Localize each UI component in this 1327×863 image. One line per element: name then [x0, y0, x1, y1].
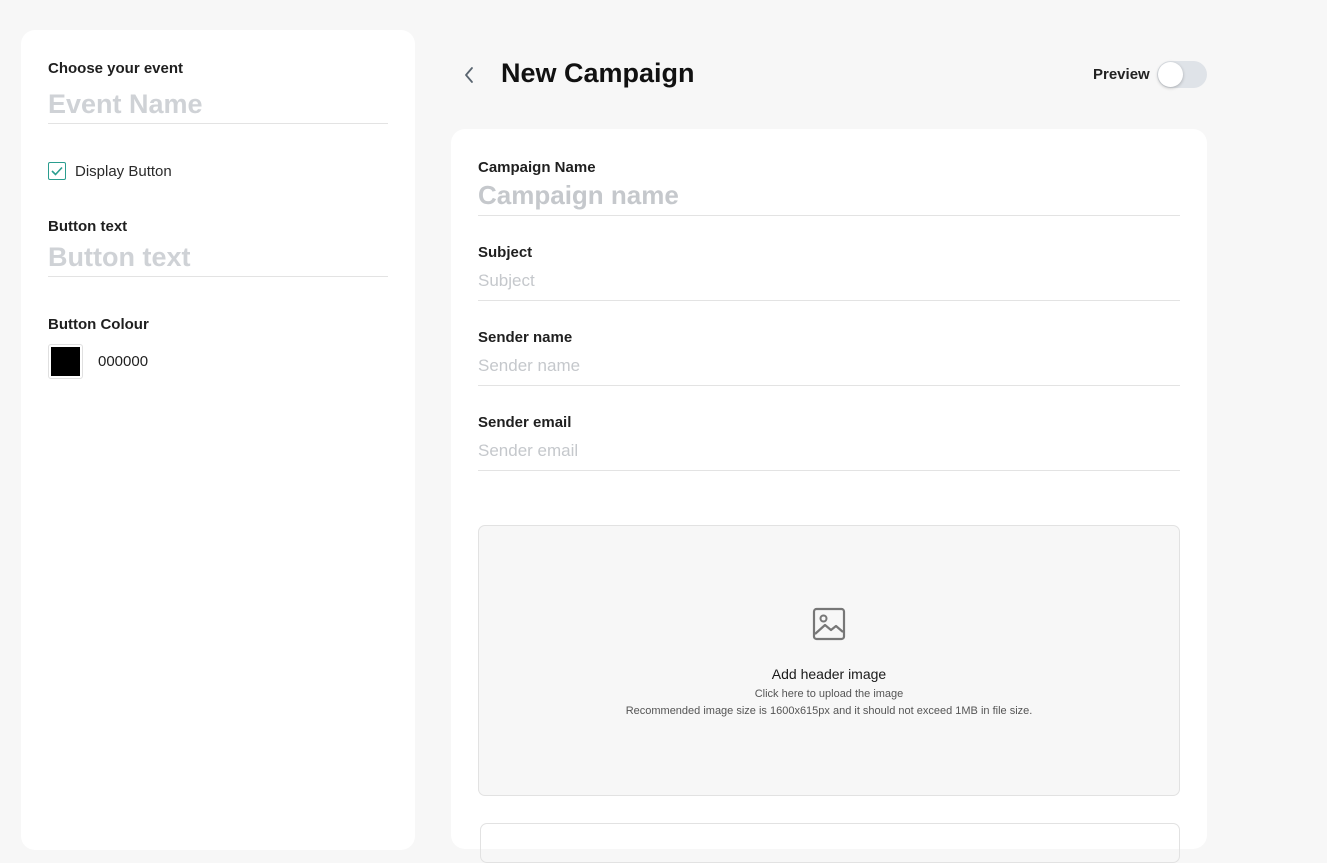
- button-colour-label: Button Colour: [48, 316, 149, 333]
- colour-swatch-fill: [51, 347, 80, 376]
- display-button-checkbox[interactable]: [48, 162, 66, 180]
- display-button-option[interactable]: Display Button: [48, 162, 388, 180]
- header-image-upload[interactable]: Add header image Click here to upload th…: [478, 525, 1180, 796]
- button-colour-picker[interactable]: 000000: [48, 344, 388, 379]
- preview-label: Preview: [1093, 66, 1150, 83]
- checkmark-icon: [51, 166, 63, 176]
- colour-hex-value: 000000: [98, 353, 149, 370]
- toggle-knob: [1158, 62, 1183, 87]
- event-name-input[interactable]: [48, 85, 388, 124]
- subject-input[interactable]: [478, 263, 1180, 301]
- page-title: New Campaign: [501, 58, 695, 88]
- sender-name-group: Sender name: [478, 329, 1180, 386]
- sender-name-input[interactable]: [478, 348, 1180, 386]
- campaign-name-input[interactable]: [478, 178, 1180, 216]
- back-button[interactable]: [458, 63, 480, 87]
- subject-label: Subject: [478, 244, 533, 261]
- settings-sidebar: Choose your event Display Button Button …: [21, 30, 415, 850]
- upload-title: Add header image: [771, 666, 887, 682]
- sender-name-label: Sender name: [478, 329, 573, 346]
- sender-email-input[interactable]: [478, 433, 1180, 471]
- sender-email-label: Sender email: [478, 414, 572, 431]
- campaign-name-group: Campaign Name: [478, 159, 1180, 216]
- campaign-name-label: Campaign Name: [478, 159, 596, 176]
- button-text-label: Button text: [48, 218, 128, 235]
- upload-hint: Click here to upload the image: [754, 688, 904, 700]
- upload-recommendation: Recommended image size is 1600x615px and…: [625, 705, 1033, 717]
- image-icon: [812, 607, 846, 641]
- subject-group: Subject: [478, 244, 1180, 301]
- display-button-label: Display Button: [75, 162, 172, 180]
- campaign-form-card: Campaign Name Subject Sender name Sender…: [451, 129, 1207, 863]
- colour-swatch[interactable]: [48, 344, 83, 379]
- event-label: Choose your event: [48, 60, 184, 77]
- button-text-input[interactable]: [48, 238, 388, 277]
- next-section-box[interactable]: [480, 823, 1180, 863]
- chevron-left-icon: [465, 67, 473, 83]
- preview-toggle[interactable]: [1157, 61, 1207, 88]
- sender-email-group: Sender email: [478, 414, 1180, 471]
